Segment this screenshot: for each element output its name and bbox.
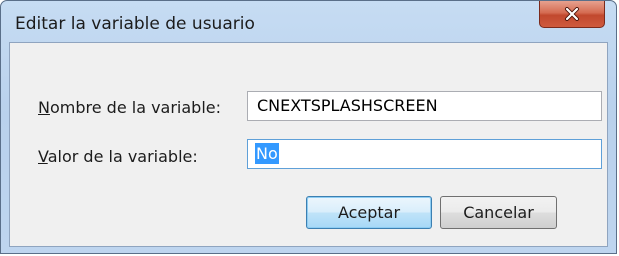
title-bar[interactable]: Editar la variable de usuario: [1, 1, 616, 43]
variable-value-input-text: No: [255, 143, 279, 164]
close-button[interactable]: [539, 1, 605, 28]
variable-value-label-text: alor de la variable:: [47, 147, 198, 166]
accept-button[interactable]: Aceptar: [306, 196, 432, 229]
variable-value-input[interactable]: No: [247, 139, 602, 169]
dialog-window: Editar la variable de usuario Nombre de …: [0, 0, 617, 254]
variable-value-label: Valor de la variable:: [38, 147, 198, 166]
cancel-button[interactable]: Cancelar: [440, 196, 557, 229]
variable-name-input-text: CNEXTSPLASHSCREEN: [257, 96, 438, 115]
dialog-body: Nombre de la variable: CNEXTSPLASHSCREEN…: [9, 42, 608, 247]
variable-value-label-accelerator: V: [38, 147, 48, 166]
variable-name-label: Nombre de la variable:: [38, 98, 221, 117]
variable-name-input[interactable]: CNEXTSPLASHSCREEN: [247, 91, 602, 121]
variable-name-label-text: ombre de la variable:: [49, 98, 222, 117]
variable-name-label-accelerator: N: [38, 98, 50, 117]
close-icon: [564, 7, 580, 21]
window-title: Editar la variable de usuario: [15, 14, 255, 34]
